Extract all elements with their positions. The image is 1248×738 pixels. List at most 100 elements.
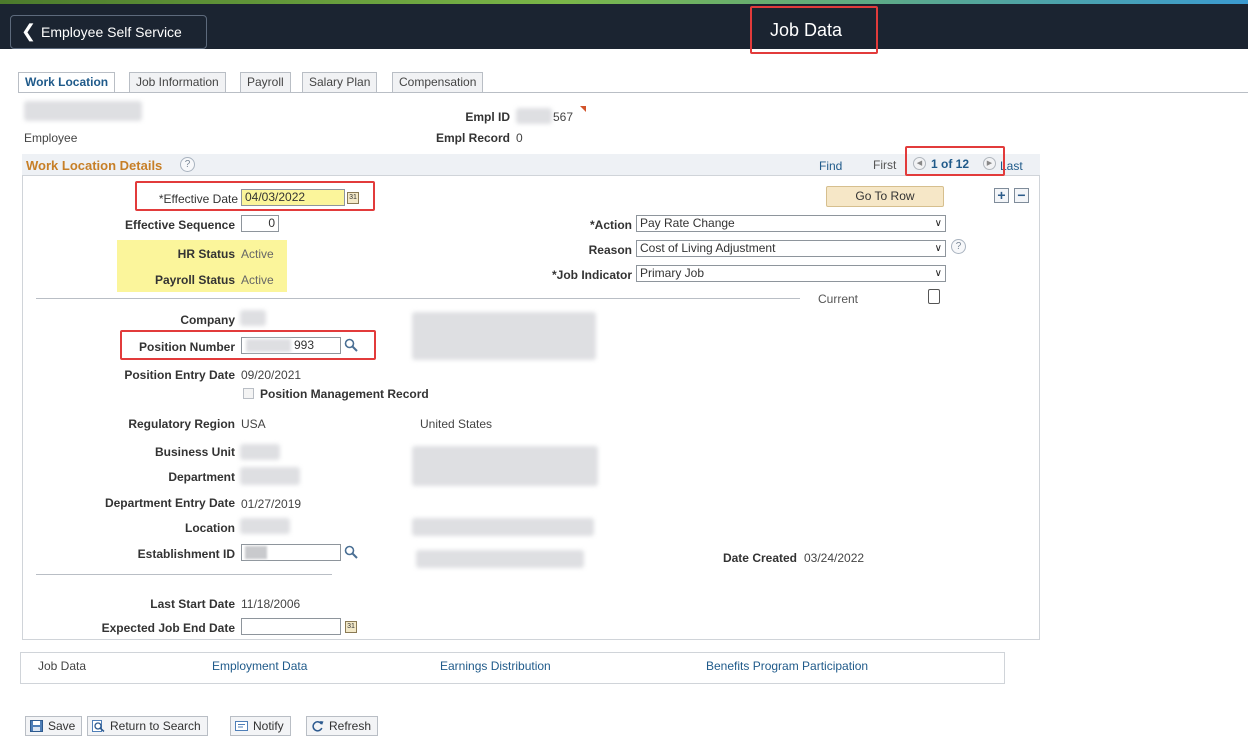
- establishment-id-redacted: [245, 546, 267, 559]
- clipboard-icon[interactable]: [928, 289, 940, 304]
- job-indicator-value: Primary Job: [640, 266, 705, 280]
- find-link[interactable]: Find: [819, 159, 842, 173]
- position-entry-date-value: 09/20/2021: [241, 368, 302, 382]
- first-label[interactable]: First: [873, 158, 896, 172]
- save-label: Save: [48, 719, 76, 733]
- divider-line: [36, 298, 800, 299]
- help-icon[interactable]: ?: [180, 157, 195, 172]
- tab-salary-plan[interactable]: Salary Plan: [302, 72, 378, 92]
- section-title: Work Location Details: [26, 158, 163, 173]
- top-banner: ❮ Employee Self Service Job Data: [0, 4, 1248, 49]
- current-label: Current: [818, 292, 859, 306]
- tab-compensation[interactable]: Compensation: [392, 72, 484, 92]
- job-data-link-current: Job Data: [38, 659, 87, 673]
- department-entry-date-value: 01/27/2019: [241, 497, 302, 511]
- save-button[interactable]: Save: [25, 716, 83, 736]
- back-button[interactable]: ❮ Employee Self Service: [10, 15, 207, 49]
- company-value-redacted: [240, 310, 266, 326]
- department-label: Department: [168, 470, 235, 484]
- empl-record-label: Empl Record: [435, 131, 510, 145]
- add-row-icon[interactable]: +: [994, 188, 1009, 203]
- benefits-program-link[interactable]: Benefits Program Participation: [706, 659, 868, 673]
- job-indicator-select[interactable]: Primary Job ∨: [636, 265, 946, 282]
- return-to-search-label: Return to Search: [110, 719, 201, 733]
- effective-sequence-input[interactable]: 0: [241, 215, 279, 232]
- business-unit-redacted: [240, 444, 280, 460]
- chevron-down-icon: ∨: [934, 268, 942, 279]
- action-value: Pay Rate Change: [640, 216, 735, 230]
- effective-sequence-label: Effective Sequence: [124, 218, 235, 232]
- date-created-label: Date Created: [722, 551, 797, 565]
- empl-id-redacted: [516, 108, 552, 124]
- department-redacted: [240, 467, 300, 485]
- job-indicator-label: *Job Indicator: [551, 268, 632, 282]
- tab-divider: [18, 92, 1248, 93]
- company-label: Company: [180, 313, 235, 327]
- empl-record-value: 0: [516, 131, 523, 145]
- department-description-redacted: [412, 446, 598, 486]
- employee-name-redacted: [24, 101, 142, 121]
- employee-role: Employee: [24, 131, 78, 145]
- establishment-description-redacted: [416, 550, 584, 568]
- last-start-date-label: Last Start Date: [150, 597, 235, 611]
- title-highlight-box: [750, 6, 878, 54]
- tab-work-location[interactable]: Work Location: [18, 72, 116, 93]
- empl-id-value: 567: [553, 110, 574, 124]
- divider-line-2: [36, 574, 332, 575]
- date-created-value: 03/24/2022: [804, 551, 865, 565]
- reason-value: Cost of Living Adjustment: [640, 241, 776, 255]
- payroll-status-label: Payroll Status: [154, 273, 235, 287]
- notify-icon: [235, 721, 248, 731]
- location-label: Location: [185, 521, 235, 535]
- position-management-checkbox[interactable]: [243, 388, 254, 399]
- regulatory-region-label: Regulatory Region: [128, 417, 235, 431]
- reason-label: Reason: [588, 243, 632, 257]
- action-select[interactable]: Pay Rate Change ∨: [636, 215, 946, 232]
- expected-end-date-input[interactable]: [241, 618, 341, 635]
- tab-job-information[interactable]: Job Information: [129, 72, 226, 92]
- change-marker-icon: [580, 106, 586, 112]
- go-to-row-button[interactable]: Go To Row: [826, 186, 944, 207]
- chevron-left-icon: ❮: [21, 21, 37, 41]
- return-search-icon: [92, 720, 105, 732]
- location-description-redacted: [412, 518, 594, 536]
- establishment-id-label: Establishment ID: [137, 547, 235, 561]
- return-to-search-button[interactable]: Return to Search: [87, 716, 208, 736]
- back-button-label: Employee Self Service: [41, 24, 182, 40]
- earnings-distribution-link[interactable]: Earnings Distribution: [440, 659, 551, 673]
- action-label: *Action: [590, 218, 632, 232]
- expected-end-date-label: Expected Job End Date: [101, 621, 235, 635]
- refresh-button[interactable]: Refresh: [306, 716, 379, 736]
- hr-status-value: Active: [241, 247, 274, 261]
- row-counter-highlight-box: [905, 146, 1005, 176]
- department-entry-date-label: Department Entry Date: [104, 496, 235, 510]
- calendar-icon[interactable]: 31: [345, 621, 357, 633]
- chevron-down-icon: ∨: [934, 218, 942, 229]
- regulatory-region-description: United States: [420, 417, 493, 431]
- empl-id-label: Empl ID: [465, 110, 510, 124]
- position-entry-date-label: Position Entry Date: [124, 368, 235, 382]
- employment-data-link[interactable]: Employment Data: [212, 659, 307, 673]
- tab-payroll[interactable]: Payroll: [240, 72, 291, 92]
- establishment-id-input[interactable]: [241, 544, 341, 561]
- location-redacted: [240, 518, 290, 534]
- chevron-down-icon: ∨: [934, 243, 942, 254]
- reason-help-icon[interactable]: ?: [951, 239, 966, 254]
- effective-date-highlight-box: [135, 181, 375, 211]
- notify-label: Notify: [253, 719, 284, 733]
- refresh-icon: [312, 721, 324, 732]
- business-unit-label: Business Unit: [154, 445, 235, 459]
- refresh-label: Refresh: [329, 719, 372, 733]
- hr-status-label: HR Status: [177, 247, 235, 261]
- notify-button[interactable]: Notify: [230, 716, 291, 736]
- regulatory-region-value: USA: [241, 417, 266, 431]
- establishment-search-icon[interactable]: [344, 545, 358, 559]
- reason-select[interactable]: Cost of Living Adjustment ∨: [636, 240, 946, 257]
- position-management-label: Position Management Record: [260, 387, 429, 401]
- position-number-highlight-box: [120, 330, 376, 360]
- delete-row-icon[interactable]: −: [1014, 188, 1029, 203]
- company-description-redacted: [412, 312, 596, 360]
- save-icon: [30, 720, 43, 732]
- payroll-status-value: Active: [241, 273, 274, 287]
- last-start-date-value: 11/18/2006: [241, 597, 301, 611]
